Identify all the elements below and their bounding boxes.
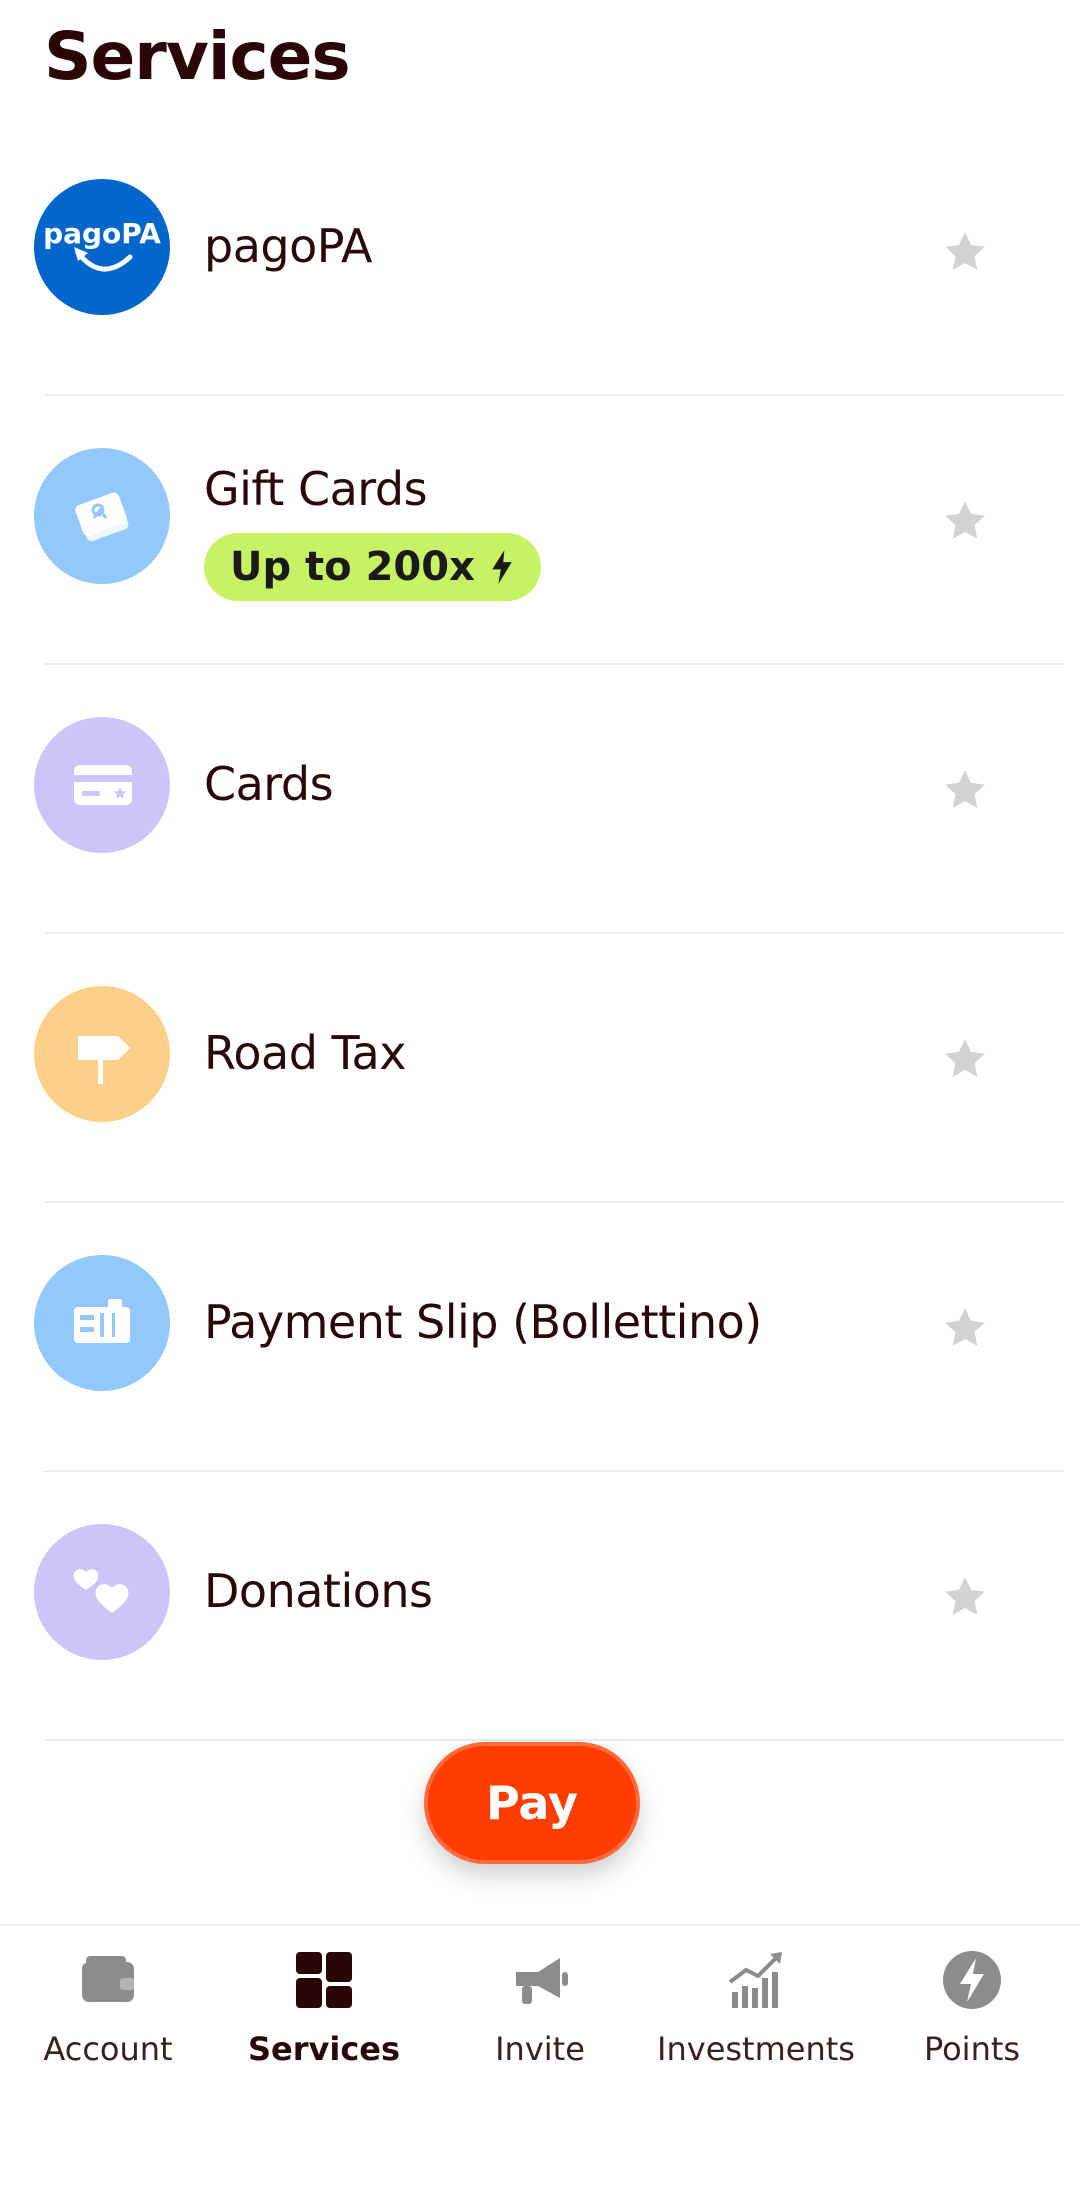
card-icon — [34, 717, 170, 853]
service-row-pagopa[interactable]: pagoPA pagoPA — [34, 127, 1064, 396]
service-label: Gift Cards — [204, 462, 428, 516]
favorite-star-icon[interactable] — [940, 1572, 990, 1622]
nav-tab-services[interactable]: Services — [216, 1926, 432, 2196]
page-title: Services — [44, 18, 351, 95]
nav-label: Account — [43, 2030, 173, 2068]
signpost-icon — [34, 986, 170, 1122]
service-label: Road Tax — [204, 1026, 406, 1080]
wallet-icon — [82, 1956, 134, 2002]
lightning-icon — [492, 550, 512, 584]
points-multiplier-badge: Up to 200x — [204, 533, 541, 601]
service-label: Cards — [204, 757, 334, 811]
grid-icon — [296, 1952, 352, 2008]
favorite-star-icon[interactable] — [940, 1303, 990, 1353]
service-row-cards[interactable]: Cards — [34, 665, 1064, 934]
service-label: Donations — [204, 1564, 433, 1618]
payment-slip-icon — [34, 1255, 170, 1391]
service-label: Payment Slip (Bollettino) — [204, 1295, 762, 1349]
favorite-star-icon[interactable] — [940, 227, 990, 277]
favorite-star-icon[interactable] — [940, 496, 990, 546]
bottom-nav: Account Services Invite Investments Poin… — [0, 1924, 1080, 2196]
nav-label: Services — [247, 2030, 401, 2068]
badge-text: Up to 200x — [230, 544, 475, 590]
nav-tab-investments[interactable]: Investments — [648, 1926, 864, 2196]
gift-card-icon — [34, 448, 170, 584]
service-label: pagoPA — [204, 219, 373, 273]
nav-tab-invite[interactable]: Invite — [432, 1926, 648, 2196]
favorite-star-icon[interactable] — [940, 765, 990, 815]
pagopa-logo-text: pagoPA — [43, 217, 161, 250]
pay-button[interactable]: Pay — [424, 1742, 640, 1864]
nav-label: Invite — [495, 2030, 585, 2068]
nav-tab-points[interactable]: Points — [864, 1926, 1080, 2196]
pagopa-logo-icon: pagoPA — [34, 179, 170, 315]
favorite-star-icon[interactable] — [940, 1034, 990, 1084]
nav-label: Points — [923, 2030, 1021, 2068]
hearts-icon — [34, 1524, 170, 1660]
lightning-icon — [943, 1951, 1001, 2009]
nav-label: Investments — [657, 2030, 855, 2068]
service-row-donations[interactable]: Donations — [34, 1472, 1064, 1741]
services-list: pagoPA pagoPA Gift Cards Up to 200x Card… — [0, 127, 1080, 1741]
service-row-gift-cards[interactable]: Gift Cards Up to 200x — [34, 396, 1064, 665]
nav-tab-account[interactable]: Account — [0, 1926, 216, 2196]
service-row-road-tax[interactable]: Road Tax — [34, 934, 1064, 1203]
service-row-payment-slip[interactable]: Payment Slip (Bollettino) — [34, 1203, 1064, 1472]
megaphone-icon — [516, 1958, 568, 2004]
chart-icon — [728, 1952, 782, 2008]
